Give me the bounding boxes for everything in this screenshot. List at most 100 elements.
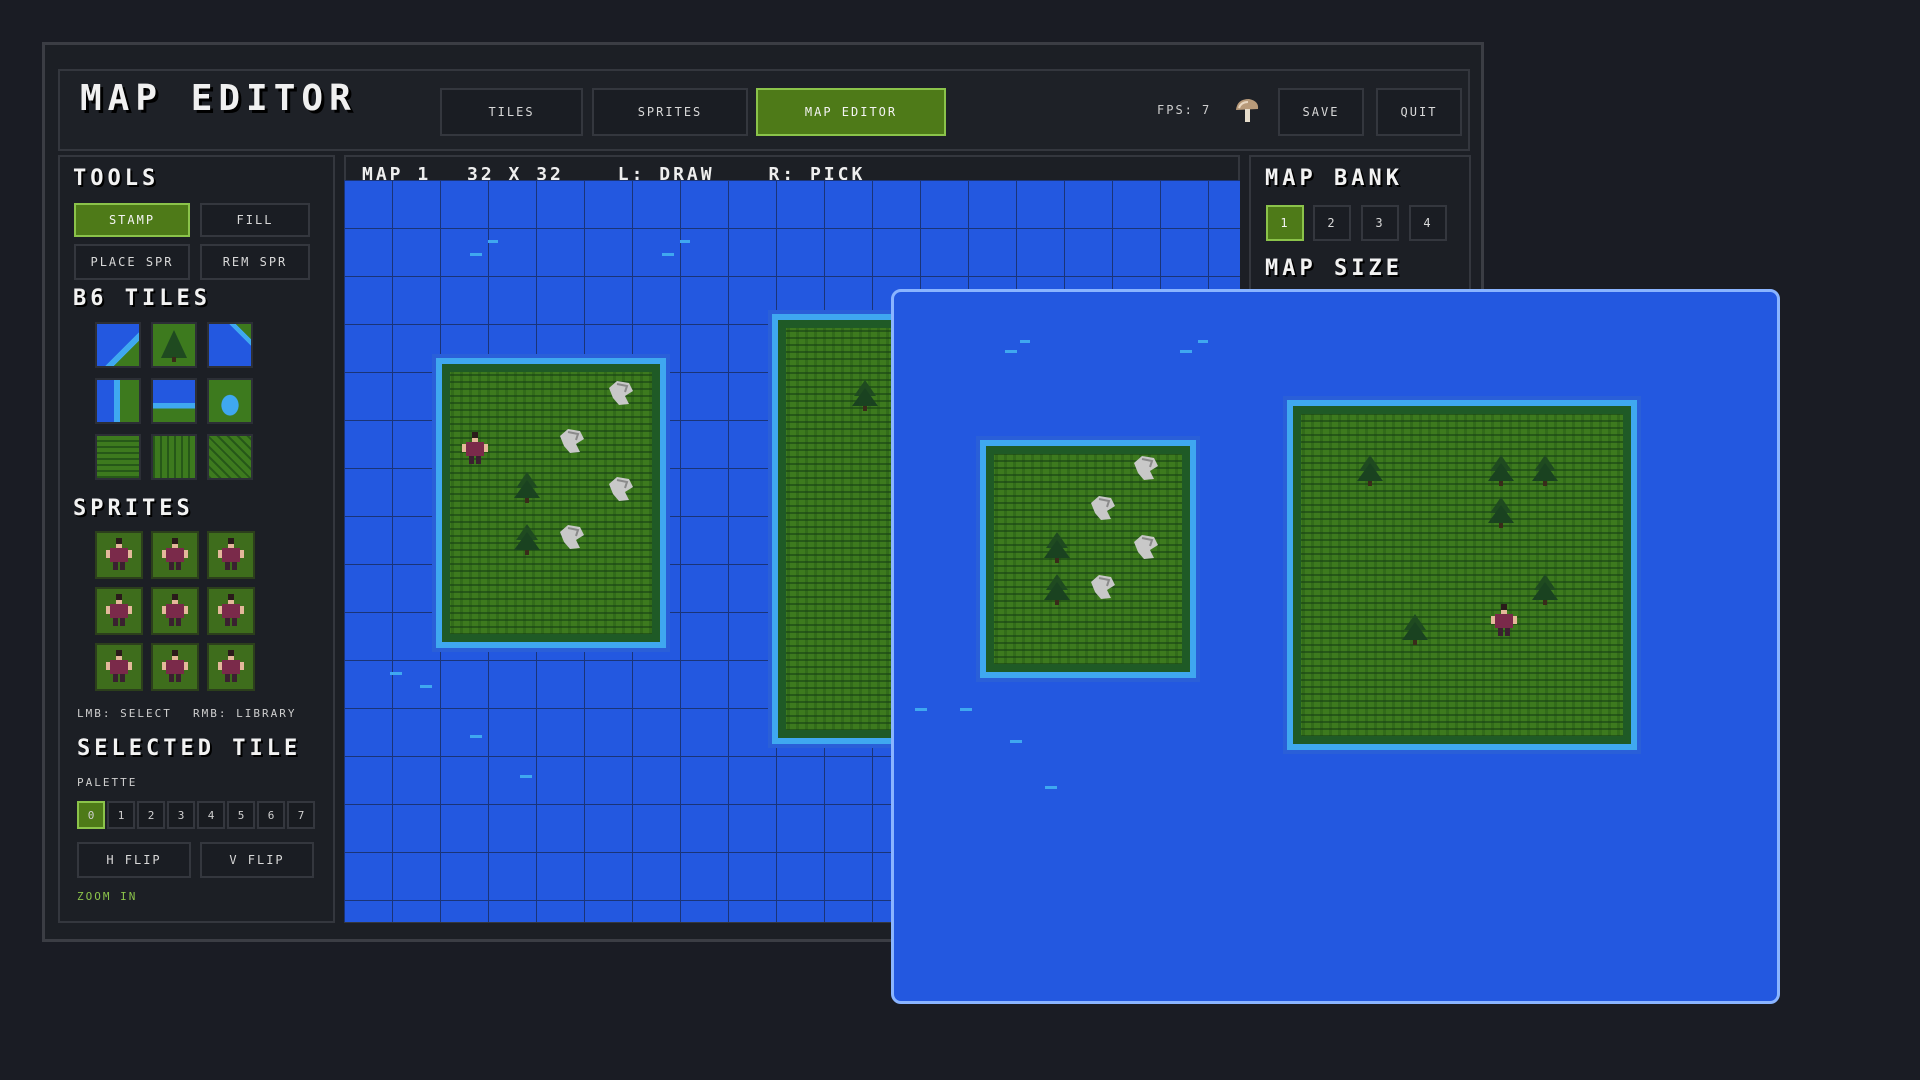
character-sprite-icon: [158, 648, 192, 690]
wave-icon: [488, 240, 498, 243]
map-bank-4[interactable]: 4: [1409, 205, 1447, 241]
zoom-in-link[interactable]: ZOOM IN: [77, 890, 137, 903]
map-preview-window: [891, 289, 1780, 1004]
wave-icon: [1180, 350, 1192, 353]
wave-icon: [1045, 786, 1057, 789]
tools-heading: TOOLS: [73, 166, 160, 191]
app-title: MAP EDITOR: [80, 78, 357, 119]
tree-icon: [1530, 453, 1560, 487]
character-sprite-icon: [214, 592, 248, 634]
hflip-button[interactable]: H FLIP: [77, 842, 191, 878]
fps-label: FPS:: [1157, 103, 1194, 117]
sprite-slot[interactable]: [151, 531, 199, 579]
tree-icon: [850, 378, 880, 412]
wave-icon: [520, 775, 532, 778]
tree-icon: [1400, 612, 1430, 646]
tile-shore-corner[interactable]: [95, 322, 141, 368]
wave-icon: [470, 253, 482, 256]
sprite-slot[interactable]: [207, 643, 255, 691]
map-bank-1[interactable]: 1: [1266, 205, 1304, 241]
quit-button[interactable]: QUIT: [1376, 88, 1462, 136]
tiles-heading: B6 TILES: [73, 286, 211, 311]
rock-icon: [605, 378, 637, 408]
tree-icon: [1042, 530, 1072, 564]
palette-swatch-2[interactable]: 2: [137, 801, 165, 829]
tree-icon: [1486, 453, 1516, 487]
preview-island-right: [1283, 396, 1641, 754]
selected-tile-heading: SELECTED TILE: [77, 736, 302, 761]
tile-tree[interactable]: [151, 322, 197, 368]
rock-icon: [1130, 532, 1162, 562]
palette-swatch-5[interactable]: 5: [227, 801, 255, 829]
rock-icon: [605, 474, 637, 504]
palette-swatch-4[interactable]: 4: [197, 801, 225, 829]
place-sprite-button[interactable]: PLACE SPR: [74, 244, 190, 280]
rock-icon: [1087, 493, 1119, 523]
mushroom-icon: [1233, 96, 1261, 126]
wave-icon: [680, 240, 690, 243]
sprite-slot[interactable]: [95, 643, 143, 691]
stamp-button[interactable]: STAMP: [74, 203, 190, 237]
tile-pond[interactable]: [207, 378, 253, 424]
palette-swatch-7[interactable]: 7: [287, 801, 315, 829]
character-sprite-icon: [102, 592, 136, 634]
palette-swatch-6[interactable]: 6: [257, 801, 285, 829]
wave-icon: [420, 685, 432, 688]
sprite-slot[interactable]: [151, 643, 199, 691]
palette-swatch-0[interactable]: 0: [77, 801, 105, 829]
sprite-slot[interactable]: [151, 587, 199, 635]
character-sprite-icon: [102, 536, 136, 578]
tree-icon: [1530, 572, 1560, 606]
sprite-slot[interactable]: [95, 587, 143, 635]
palette-swatch-1[interactable]: 1: [107, 801, 135, 829]
tree-icon: [512, 470, 542, 504]
map-size-heading: MAP SIZE: [1265, 256, 1403, 281]
wave-icon: [662, 253, 674, 256]
hint-lmb: LMB: SELECT: [77, 707, 172, 720]
tile-shore-bottom[interactable]: [151, 378, 197, 424]
rock-icon: [1130, 453, 1162, 483]
preview-island-left: [976, 436, 1200, 682]
tree-icon: [1042, 572, 1072, 606]
wave-icon: [1198, 340, 1208, 343]
character-sprite-icon: [1487, 602, 1521, 640]
sprite-slot[interactable]: [95, 531, 143, 579]
tab-tiles[interactable]: TILES: [440, 88, 583, 136]
rock-icon: [1087, 572, 1119, 602]
fps-value: 7: [1202, 103, 1212, 117]
wave-icon: [1005, 350, 1017, 353]
sprites-heading: SPRITES: [73, 496, 194, 521]
character-sprite-icon: [102, 648, 136, 690]
tab-sprites[interactable]: SPRITES: [592, 88, 748, 136]
palette-label: PALETTE: [77, 776, 138, 789]
rock-icon: [556, 522, 588, 552]
vflip-button[interactable]: V FLIP: [200, 842, 314, 878]
wave-icon: [390, 672, 402, 675]
tile-shore-left[interactable]: [95, 378, 141, 424]
sprite-slot[interactable]: [207, 531, 255, 579]
character-sprite-icon: [214, 648, 248, 690]
character-sprite-icon: [158, 536, 192, 578]
tile-grass-c[interactable]: [207, 434, 253, 480]
map-bank-2[interactable]: 2: [1313, 205, 1351, 241]
tree-icon: [1486, 495, 1516, 529]
wave-icon: [960, 708, 972, 711]
tile-grass-a[interactable]: [95, 434, 141, 480]
wave-icon: [1010, 740, 1022, 743]
tree-icon: [512, 522, 542, 556]
character-sprite-icon: [458, 430, 492, 468]
palette-swatch-3[interactable]: 3: [167, 801, 195, 829]
rock-icon: [556, 426, 588, 456]
character-sprite-icon: [158, 592, 192, 634]
sprite-slot[interactable]: [207, 587, 255, 635]
wave-icon: [915, 708, 927, 711]
map-bank-3[interactable]: 3: [1361, 205, 1399, 241]
tile-grass-b[interactable]: [151, 434, 197, 480]
tile-shore-corner-right[interactable]: [207, 322, 253, 368]
wave-icon: [470, 735, 482, 738]
remove-sprite-button[interactable]: REM SPR: [200, 244, 310, 280]
tab-map-editor[interactable]: MAP EDITOR: [756, 88, 946, 136]
save-button[interactable]: SAVE: [1278, 88, 1364, 136]
hint-rmb: RMB: LIBRARY: [193, 707, 297, 720]
fill-button[interactable]: FILL: [200, 203, 310, 237]
